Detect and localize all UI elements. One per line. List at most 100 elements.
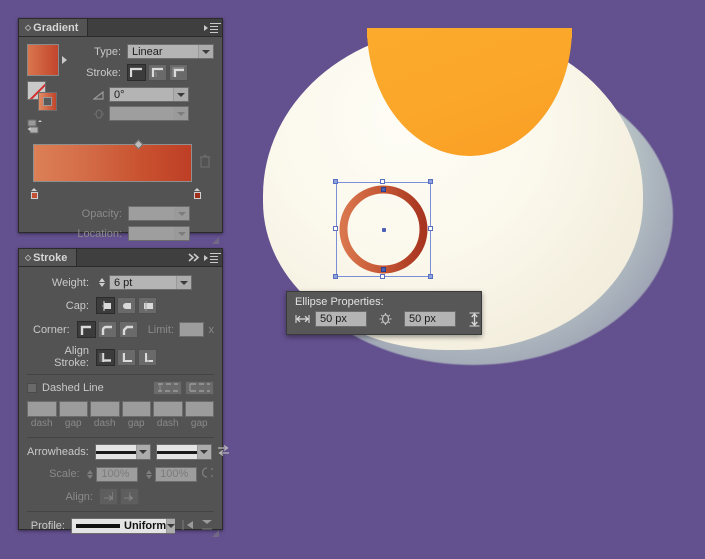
dash-field-2[interactable]	[90, 401, 120, 417]
gradient-stroke-across-button[interactable]	[169, 64, 188, 81]
stroke-panel-expand-button[interactable]	[186, 251, 202, 265]
chevron-down-icon[interactable]	[198, 45, 213, 58]
butt-cap-button[interactable]	[96, 297, 115, 314]
gradient-swatch-dropdown-icon[interactable]	[62, 56, 67, 64]
miter-limit-input[interactable]	[178, 322, 205, 337]
gradient-panel-tab[interactable]: ◇ Gradient	[19, 19, 89, 36]
chevron-down-icon[interactable]	[174, 207, 189, 220]
gradient-fill-swatch[interactable]	[27, 44, 59, 76]
link-arrowhead-scale-button[interactable]	[201, 466, 214, 482]
stroke-panel[interactable]: ◇ Stroke Weight: 6 pt Cap: Corner: Limit…	[18, 248, 229, 537]
stroke-panel-menu-button[interactable]	[203, 251, 221, 265]
selection-handle-ne[interactable]	[428, 179, 433, 184]
selection-handle-e[interactable]	[428, 226, 433, 231]
selected-ellipse-shape[interactable]	[333, 179, 433, 279]
miter-limit-unit: x	[208, 323, 215, 336]
ellipse-width-input[interactable]: 50 px	[315, 311, 367, 327]
gradient-aspect-ratio-value	[110, 107, 173, 120]
projecting-cap-button[interactable]	[138, 297, 157, 314]
stroke-gradient-swatch[interactable]	[38, 92, 57, 111]
stroke-panel-header[interactable]: ◇ Stroke	[19, 249, 222, 267]
width-icon	[295, 312, 310, 326]
gap-field-1[interactable]	[58, 401, 88, 417]
gradient-location-value	[129, 227, 174, 240]
dashed-line-checkbox[interactable]	[27, 383, 37, 393]
dash-field-3[interactable]	[153, 401, 183, 417]
preserve-exact-dash-button[interactable]	[153, 381, 182, 395]
align-stroke-inside-button[interactable]	[117, 348, 136, 366]
gradient-stroke-along-button[interactable]	[148, 64, 167, 81]
gradient-location-input[interactable]	[128, 226, 190, 241]
swap-arrowheads-button[interactable]	[217, 444, 230, 460]
stroke-weight-stepper[interactable]	[96, 275, 107, 290]
flip-across-icon	[182, 519, 193, 530]
panel-collapse-icon[interactable]: ◇	[25, 253, 31, 262]
gradient-angle-input[interactable]: 0°	[109, 87, 189, 102]
dash-pattern-fields	[27, 401, 214, 417]
round-cap-button[interactable]	[117, 297, 136, 314]
scale-start-input[interactable]: 100%	[96, 466, 139, 482]
gradient-type-value: Linear	[132, 45, 163, 58]
selection-handle-w[interactable]	[333, 226, 338, 231]
round-join-button[interactable]	[97, 321, 117, 338]
dash-field-1[interactable]	[27, 401, 57, 417]
chevron-down-icon[interactable]	[135, 445, 150, 459]
scale-end-input[interactable]: 100%	[155, 466, 198, 482]
chevron-down-icon[interactable]	[174, 227, 189, 240]
stroke-panel-tab[interactable]: ◇ Stroke	[19, 249, 78, 266]
gradient-stop-start[interactable]	[30, 188, 39, 200]
selection-handle-n[interactable]	[380, 179, 385, 184]
extend-arrow-beyond-end-button[interactable]	[99, 488, 118, 505]
stroke-panel-title: Stroke	[33, 251, 68, 264]
chevron-down-icon[interactable]	[166, 519, 176, 533]
flip-profile-across-button[interactable]	[181, 519, 197, 534]
arrowhead-start-select[interactable]	[94, 444, 151, 460]
selection-handle-s[interactable]	[380, 274, 385, 279]
dash-label-1: dash	[30, 418, 53, 429]
selection-handle-se[interactable]	[428, 274, 433, 279]
delete-gradient-stop-icon[interactable]	[199, 154, 211, 168]
align-stroke-outside-button[interactable]	[138, 348, 157, 366]
arrowhead-end-select[interactable]	[155, 444, 212, 460]
selection-handle-sw[interactable]	[333, 274, 338, 279]
selection-handle-nw[interactable]	[333, 179, 338, 184]
gradient-panel-header-drag[interactable]	[88, 19, 205, 36]
gradient-panel-resize-grip[interactable]	[211, 236, 220, 245]
path-anchor-bottom[interactable]	[381, 267, 386, 272]
gradient-slider-bar[interactable]	[33, 144, 192, 182]
bevel-join-button[interactable]	[118, 321, 138, 338]
gradient-panel-menu-button[interactable]	[203, 21, 221, 35]
gap-field-2[interactable]	[121, 401, 151, 417]
arrowhead-scale-label: Scale:	[49, 468, 80, 480]
constrain-proportions-icon[interactable]	[378, 312, 393, 326]
chevron-down-icon[interactable]	[176, 276, 191, 289]
gradient-panel-header[interactable]: ◇ Gradient	[19, 19, 222, 37]
stroke-profile-select[interactable]: Uniform	[71, 518, 176, 534]
arrowhead-align-label: Align:	[65, 490, 93, 503]
gap-field-3[interactable]	[184, 401, 214, 417]
chevron-down-icon[interactable]	[173, 88, 188, 101]
gradient-stop-end[interactable]	[193, 188, 202, 200]
gradient-aspect-ratio-input[interactable]	[109, 106, 189, 121]
gradient-panel[interactable]: ◇ Gradient Type: Linear Stroke: 0° Opaci…	[18, 18, 223, 244]
scale-end-stepper[interactable]	[144, 467, 153, 482]
chevron-down-icon[interactable]	[173, 107, 188, 120]
stroke-weight-select[interactable]: 6 pt	[109, 275, 192, 290]
gradient-stroke-within-button[interactable]	[127, 64, 146, 81]
ellipse-properties-popup[interactable]: Ellipse Properties: 50 px 50 px	[286, 291, 482, 335]
path-anchor-top[interactable]	[381, 187, 386, 192]
place-arrow-at-end-button[interactable]	[120, 488, 139, 505]
adjust-dashes-to-corners-button[interactable]	[185, 381, 214, 395]
panel-collapse-icon[interactable]: ◇	[25, 23, 31, 32]
stroke-panel-header-drag[interactable]	[77, 249, 186, 266]
chevron-down-icon[interactable]	[196, 445, 211, 459]
reverse-gradient-icon[interactable]	[27, 119, 47, 135]
align-stroke-center-button[interactable]	[96, 348, 115, 366]
gradient-opacity-input[interactable]	[128, 206, 190, 221]
ellipse-height-value: 50 px	[409, 313, 436, 325]
gradient-type-select[interactable]: Linear	[127, 44, 214, 59]
ellipse-height-input[interactable]: 50 px	[404, 311, 456, 327]
miter-join-button[interactable]	[76, 321, 96, 338]
stroke-panel-resize-grip[interactable]	[211, 529, 220, 538]
scale-start-stepper[interactable]	[86, 467, 95, 482]
